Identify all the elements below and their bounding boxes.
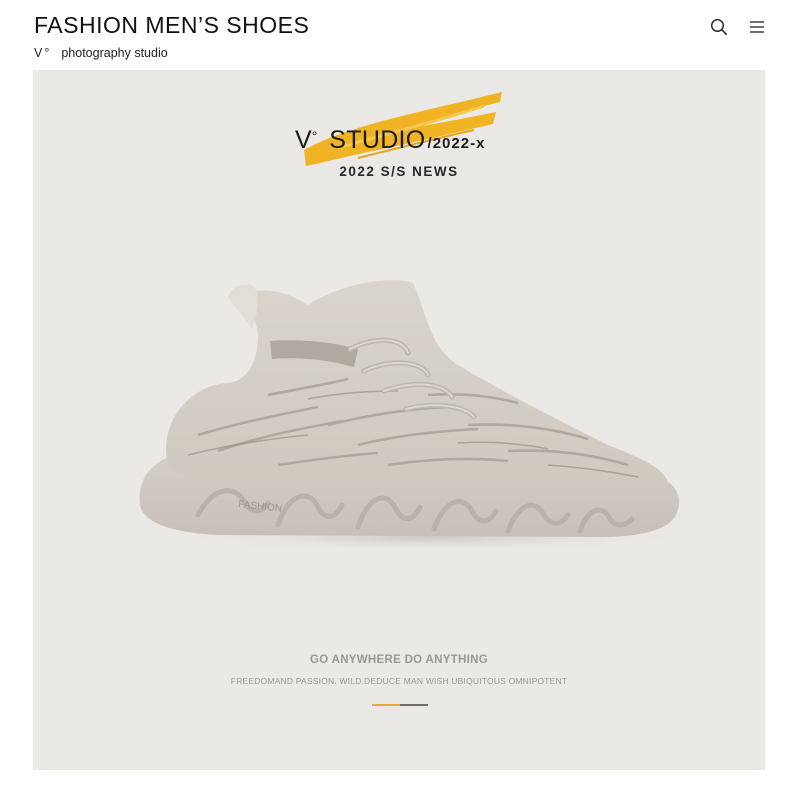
tagline: FREEDOMAND PASSION. WILD.DEDUCE MAN WISH… (230, 676, 568, 686)
menu-icon (750, 21, 764, 33)
studio-heading: V° STUDIO/2022-x (295, 126, 485, 155)
menu-button[interactable] (746, 16, 768, 38)
brand-subtitle: V° photography studio (34, 46, 168, 60)
sneaker-image[interactable]: FASHION (128, 275, 688, 565)
studio-mark: V (295, 126, 312, 154)
hero-banner[interactable]: V° STUDIO/2022-x 2022 S/S NEWS FASHION G… (33, 70, 765, 770)
brand-subtitle-text: photography studio (61, 46, 168, 60)
search-icon (710, 18, 728, 36)
news-subheading: 2022 S/S NEWS (339, 164, 459, 179)
slide-indicator-active[interactable] (372, 704, 400, 706)
studio-name: STUDIO (329, 126, 426, 154)
studio-degree: ° (311, 128, 318, 144)
slide-indicator[interactable] (372, 704, 428, 706)
search-button[interactable] (708, 16, 730, 38)
slogan: GO ANYWHERE DO ANYTHING (310, 654, 488, 666)
slide-indicator-inactive[interactable] (400, 704, 428, 706)
page-title: FASHION MEN’S SHOES (34, 12, 310, 38)
brand-mark: V° (34, 46, 52, 60)
studio-year: /2022-x (427, 135, 486, 152)
